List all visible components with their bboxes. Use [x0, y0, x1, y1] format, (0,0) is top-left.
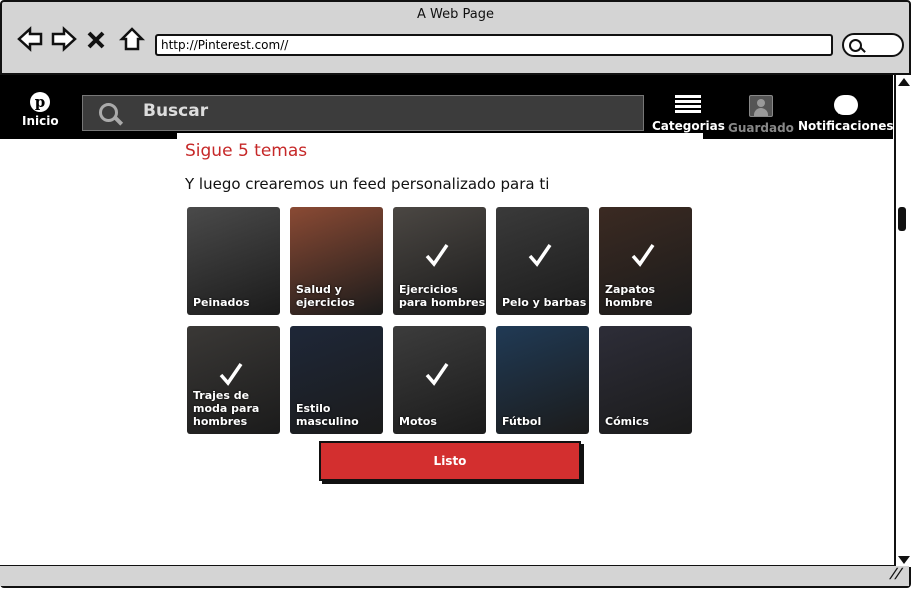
topic-tile[interactable]: Salud y ejercicios: [290, 207, 383, 315]
checkmark-icon: [528, 244, 552, 267]
topic-tile[interactable]: Pelo y barbas: [496, 207, 589, 315]
resize-grip-icon[interactable]: //: [888, 566, 904, 582]
home-nav[interactable]: p Inicio: [22, 92, 59, 128]
topic-tile[interactable]: Motos: [393, 326, 486, 434]
home-icon[interactable]: [118, 25, 146, 53]
status-bar: //: [0, 566, 909, 586]
topic-tile[interactable]: Estilo masculino: [290, 326, 383, 434]
pinterest-logo-icon: p: [30, 92, 50, 112]
topic-tile[interactable]: Ejercicios para hombres: [393, 207, 486, 315]
saved-label: Guardado: [728, 121, 794, 135]
scroll-thumb[interactable]: [898, 207, 906, 231]
topic-label: Fútbol: [502, 415, 542, 428]
pinterest-header: p Inicio Buscar Categorias Guardado Noti…: [0, 75, 894, 139]
checkmark-icon: [425, 363, 449, 386]
topic-tile[interactable]: Peinados: [187, 207, 280, 315]
home-label: Inicio: [22, 114, 59, 128]
categories-nav[interactable]: Categorias: [652, 95, 725, 133]
speech-bubble-icon: [833, 95, 858, 115]
panel-subtitle: Y luego crearemos un feed personalizado …: [185, 175, 550, 193]
browser-nav: [16, 24, 146, 54]
saved-nav[interactable]: Guardado: [728, 95, 794, 135]
scroll-down-icon[interactable]: [898, 556, 910, 564]
search-icon: [849, 39, 862, 52]
topic-label: Pelo y barbas: [502, 296, 587, 309]
panel-title: Sigue 5 temas: [185, 141, 308, 161]
topic-label: Cómics: [605, 415, 649, 428]
browser-search[interactable]: [842, 33, 904, 57]
topic-label: Zapatos hombre: [605, 283, 656, 309]
forward-icon[interactable]: [50, 25, 78, 53]
menu-icon: [675, 95, 702, 115]
close-icon[interactable]: [84, 25, 112, 53]
notifications-label: Notificaciones: [798, 119, 894, 133]
checkmark-icon: [631, 244, 655, 267]
search-icon: [99, 103, 118, 122]
topic-tile[interactable]: Cómics: [599, 326, 692, 434]
topic-label: Salud y ejercicios: [296, 283, 355, 309]
categories-label: Categorias: [652, 119, 725, 133]
back-icon[interactable]: [16, 25, 44, 53]
topic-label: Peinados: [193, 296, 250, 309]
search-input[interactable]: Buscar: [82, 95, 644, 131]
notifications-nav[interactable]: Notificaciones: [798, 95, 894, 133]
window-title: A Web Page: [417, 7, 494, 22]
url-bar[interactable]: http://Pinterest.com//: [155, 34, 833, 56]
checkmark-icon: [219, 363, 243, 386]
topic-tile[interactable]: Fútbol: [496, 326, 589, 434]
topic-tile[interactable]: Zapatos hombre: [599, 207, 692, 315]
topic-tile[interactable]: Trajes de moda para hombres: [187, 326, 280, 434]
topic-label: Trajes de moda para hombres: [193, 389, 260, 428]
topic-label: Ejercicios para hombres: [399, 283, 486, 309]
checkmark-icon: [425, 244, 449, 267]
done-button[interactable]: Listo: [319, 441, 581, 481]
topic-label: Motos: [399, 415, 437, 428]
scroll-up-icon[interactable]: [898, 78, 910, 86]
vertical-scrollbar[interactable]: [894, 73, 911, 569]
topic-label: Estilo masculino: [296, 402, 359, 428]
user-icon: [748, 95, 773, 117]
search-placeholder: Buscar: [143, 101, 209, 121]
follow-topics-panel: Sigue 5 temas Y luego crearemos un feed …: [177, 133, 703, 438]
